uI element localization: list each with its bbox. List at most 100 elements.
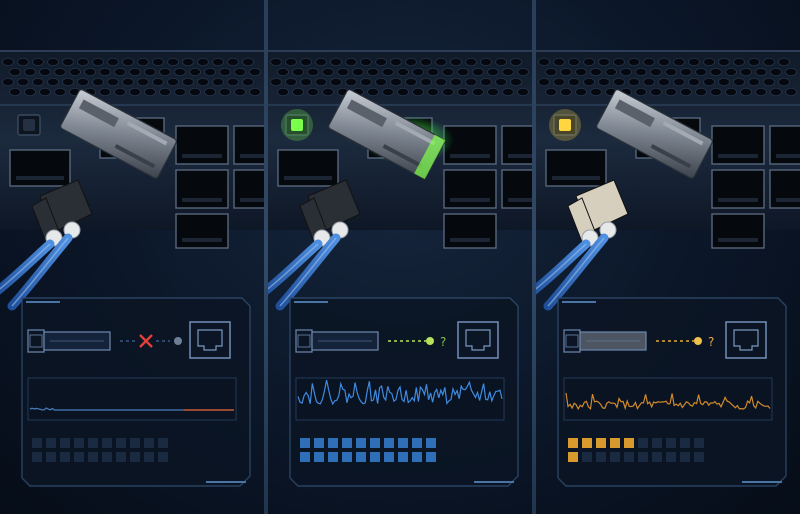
- vent-hole: [763, 58, 775, 67]
- vent-hole: [234, 88, 246, 97]
- vent-hole: [345, 78, 357, 87]
- vent-hole: [249, 68, 261, 77]
- vent-hole: [620, 68, 632, 77]
- vent-hole: [427, 88, 439, 97]
- vent-hole: [32, 78, 44, 87]
- vent-hole: [763, 78, 775, 87]
- sfp-cage: [769, 169, 800, 209]
- status-cell: [398, 438, 408, 448]
- vent-hole: [740, 88, 752, 97]
- status-cell: [74, 438, 84, 448]
- vent-hole: [397, 68, 409, 77]
- link-dot: [694, 337, 702, 345]
- vent-hole: [688, 78, 700, 87]
- status-cell: [694, 452, 704, 462]
- status-cell: [158, 452, 168, 462]
- sfp-cage: [175, 125, 229, 165]
- status-cell: [60, 452, 70, 462]
- vent-hole: [755, 88, 767, 97]
- vent-hole: [360, 58, 372, 67]
- sfp-cage: [233, 169, 264, 209]
- vent-hole: [703, 78, 715, 87]
- vent-hole: [9, 68, 21, 77]
- vent-hole: [510, 78, 522, 87]
- vent-hole: [322, 88, 334, 97]
- vent-hole: [137, 58, 149, 67]
- vent-hole: [680, 68, 692, 77]
- sfp-latch: [240, 154, 264, 158]
- status-cell: [300, 452, 310, 462]
- comparison-illustration: ? ?: [0, 0, 800, 514]
- status-cell: [596, 438, 606, 448]
- vent-hole: [227, 78, 239, 87]
- vent-hole: [277, 68, 289, 77]
- vent-hole: [249, 88, 261, 97]
- vent-hole: [285, 58, 297, 67]
- vent-hole: [710, 88, 722, 97]
- hud-overlay: ?: [289, 297, 519, 487]
- vent-hole: [733, 58, 745, 67]
- status-cell: [426, 438, 436, 448]
- status-cell: [102, 438, 112, 448]
- vent-hole: [307, 88, 319, 97]
- sfp-latch: [182, 198, 222, 202]
- status-cell: [32, 452, 42, 462]
- vent-hole: [174, 88, 186, 97]
- vent-hole: [107, 58, 119, 67]
- status-cell: [328, 452, 338, 462]
- vent-hole: [748, 58, 760, 67]
- chassis-seam: [268, 104, 532, 106]
- vent-hole: [635, 88, 647, 97]
- vent-hole: [510, 58, 522, 67]
- vent-hole: [390, 58, 402, 67]
- vent-hole: [435, 78, 447, 87]
- vent-hole: [748, 78, 760, 87]
- vent-hole: [710, 68, 722, 77]
- status-cell: [144, 438, 154, 448]
- vent-hole: [658, 58, 670, 67]
- vent-hole: [32, 58, 44, 67]
- vent-hole: [375, 78, 387, 87]
- status-cell: [314, 438, 324, 448]
- vent-hole: [367, 68, 379, 77]
- vent-hole: [189, 88, 201, 97]
- vent-hole: [487, 88, 499, 97]
- vent-hole: [24, 88, 36, 97]
- vent-hole: [658, 78, 670, 87]
- vent-hole: [538, 58, 550, 67]
- vent-hole: [189, 68, 201, 77]
- vent-hole: [785, 68, 797, 77]
- vent-hole: [785, 88, 797, 97]
- status-cell: [356, 452, 366, 462]
- sfp-cage: [443, 169, 497, 209]
- sfp-latch: [776, 198, 800, 202]
- vent-hole: [665, 68, 677, 77]
- status-cell: [426, 452, 436, 462]
- vent-hole: [560, 68, 572, 77]
- vent-hole: [242, 78, 254, 87]
- vent-hole: [292, 68, 304, 77]
- waveform-box: [27, 377, 237, 421]
- vent-hole: [219, 68, 231, 77]
- vent-hole: [84, 68, 96, 77]
- vent-hole: [197, 58, 209, 67]
- vent-hole: [643, 58, 655, 67]
- vent-hole: [553, 78, 565, 87]
- status-cell: [638, 452, 648, 462]
- sfp-cage: [175, 213, 229, 249]
- vent-hole: [650, 68, 662, 77]
- vent-hole: [114, 68, 126, 77]
- vent-hole: [77, 58, 89, 67]
- vent-hole: [129, 88, 141, 97]
- panel-link-uncertain: ?: [536, 0, 800, 514]
- status-cell: [596, 452, 606, 462]
- vent-hole: [352, 68, 364, 77]
- vent-hole: [538, 78, 550, 87]
- vent-hole: [420, 58, 432, 67]
- vent-hole: [167, 58, 179, 67]
- vent-hole: [300, 58, 312, 67]
- vent-hole: [77, 78, 89, 87]
- vent-hole: [472, 88, 484, 97]
- vent-hole: [465, 78, 477, 87]
- sfp-latch: [182, 154, 222, 158]
